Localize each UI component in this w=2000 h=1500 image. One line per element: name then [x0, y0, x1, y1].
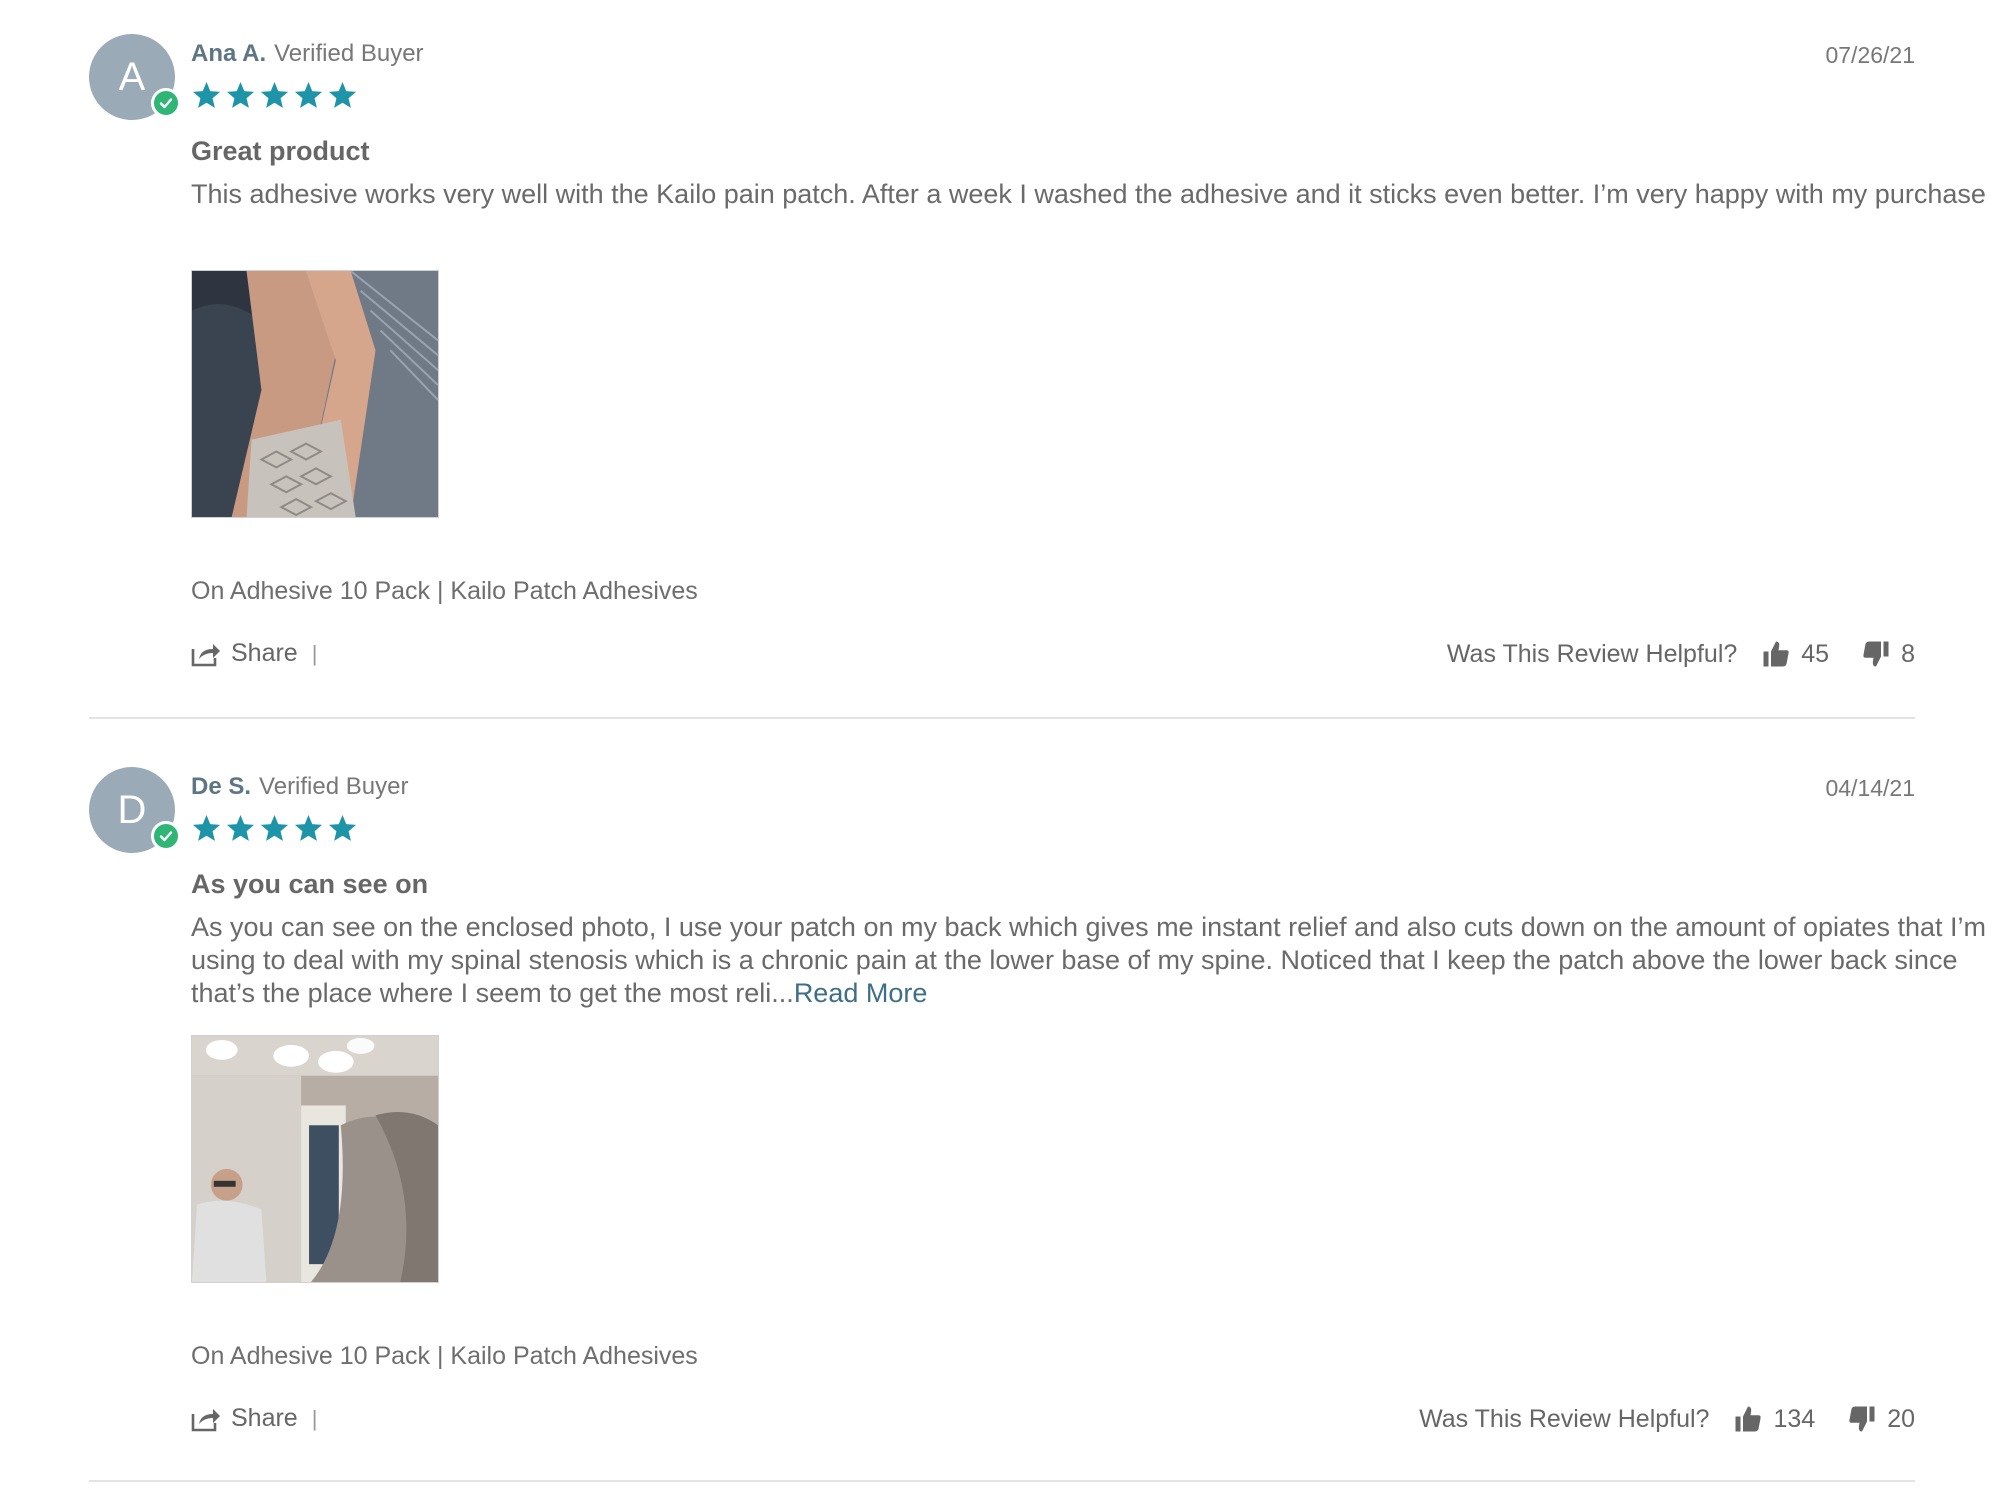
review-header: Ana A. Verified Buyer [191, 40, 424, 68]
review-text: As you can see on the enclosed photo, I … [191, 912, 1987, 1008]
star-icon [294, 814, 323, 841]
share-button[interactable]: Share | [191, 639, 317, 668]
share-icon [191, 1408, 220, 1431]
star-icon [328, 81, 357, 108]
thumbs-up-icon [1763, 641, 1789, 667]
helpful-votes: Was This Review Helpful? 134 20 [1419, 1404, 1915, 1434]
review-card: A Ana A. Verified Buyer 07/26/21 Great pr… [89, 30, 1986, 718]
product-reference: On Adhesive 10 Pack | Kailo Patch Adhesi… [191, 1342, 698, 1370]
star-icon [294, 81, 323, 108]
review-date: 04/14/21 [1825, 775, 1915, 801]
author-name: Ana A. [191, 40, 267, 67]
helpful-question: Was This Review Helpful? [1446, 639, 1738, 668]
share-icon [191, 643, 220, 666]
star-icon [260, 81, 289, 108]
review-divider [89, 1480, 1915, 1482]
star-icon [192, 81, 221, 108]
upvote-button[interactable]: 134 [1733, 1404, 1815, 1434]
star-icon [260, 814, 289, 841]
share-button[interactable]: Share | [191, 1404, 317, 1433]
star-rating [191, 80, 358, 111]
thumbs-down-icon [1863, 641, 1889, 667]
verified-buyer-label: Verified Buyer [274, 40, 424, 67]
review-title: Great product [191, 136, 370, 166]
review-photo[interactable] [191, 1035, 439, 1283]
star-icon [226, 814, 255, 841]
thumbs-up-icon [1735, 1406, 1762, 1432]
upvote-button[interactable]: 45 [1761, 639, 1829, 669]
helpful-question: Was This Review Helpful? [1419, 1404, 1710, 1433]
star-icon [328, 814, 357, 841]
author-name: De S. [191, 773, 252, 800]
star-icon [192, 814, 221, 841]
review-header: De S. Verified Buyer [191, 773, 408, 801]
verified-buyer-label: Verified Buyer [259, 773, 409, 800]
review-text: This adhesive works very well with the K… [191, 179, 1986, 209]
helpful-votes: Was This Review Helpful? 45 8 [1447, 639, 1915, 669]
verified-check-icon [151, 88, 181, 118]
review-photo[interactable] [191, 270, 439, 518]
review-date: 07/26/21 [1825, 42, 1915, 68]
star-rating [191, 813, 358, 844]
downvote-button[interactable]: 20 [1847, 1404, 1915, 1434]
read-more-link[interactable]: Read More [794, 978, 928, 1008]
downvote-button[interactable]: 8 [1861, 639, 1915, 669]
review-title: As you can see on [191, 869, 429, 899]
thumbs-down-icon [1849, 1406, 1875, 1432]
verified-check-icon [151, 821, 181, 851]
star-icon [226, 81, 255, 108]
review-divider [89, 717, 1915, 719]
product-reference: On Adhesive 10 Pack | Kailo Patch Adhesi… [191, 577, 698, 605]
review-card: D De S. Verified Buyer 04/14/21 As you ca… [89, 763, 1986, 1483]
